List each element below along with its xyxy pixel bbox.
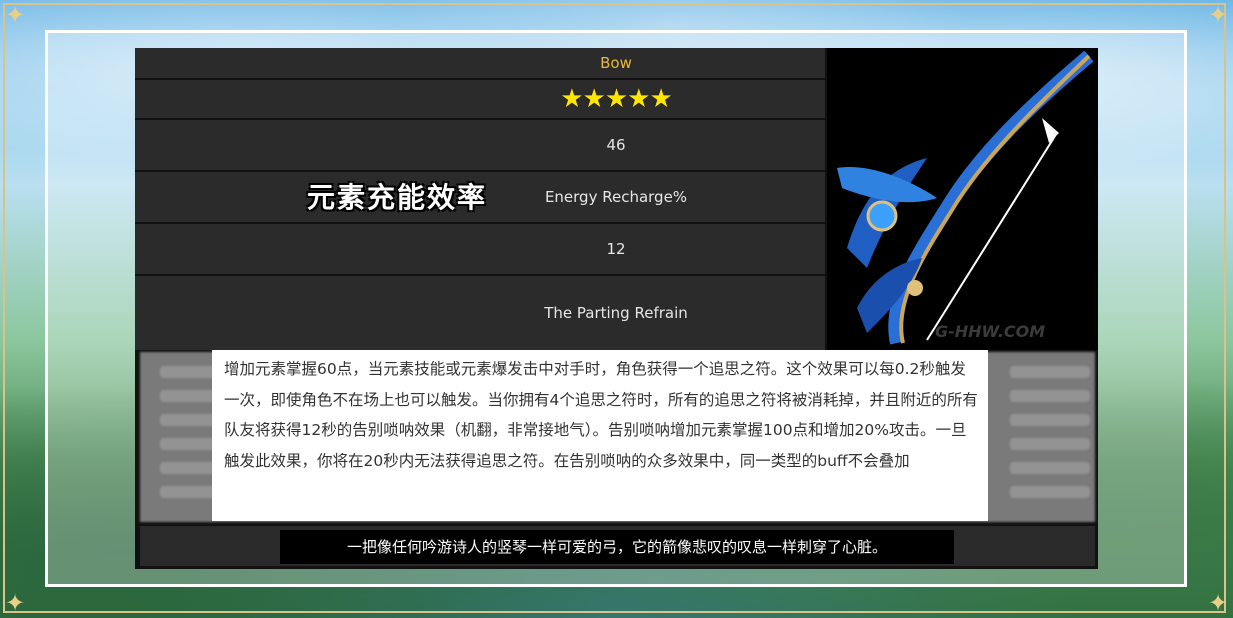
rarity-stars-icon: ★★★★★ bbox=[560, 84, 673, 114]
base-atk-value: 46 bbox=[606, 136, 626, 154]
bow-icon bbox=[837, 50, 1094, 345]
substat-value-row: 12 bbox=[135, 224, 825, 276]
rarity-row: ★★★★★ bbox=[135, 80, 825, 120]
substat-row: 元素充能效率 Energy Recharge% bbox=[135, 172, 825, 224]
passive-description-cn: 增加元素掌握60点，当元素技能或元素爆发击中对手时，角色获得一个追思之符。这个效… bbox=[212, 350, 988, 521]
weapon-type: Bow bbox=[600, 54, 632, 72]
passive-row: The Parting Refrain bbox=[135, 276, 825, 352]
passive-name: The Parting Refrain bbox=[544, 304, 688, 322]
corner-star-icon: ✦ bbox=[4, 589, 26, 617]
substat-name: Energy Recharge% bbox=[544, 188, 688, 206]
base-atk-row: 46 bbox=[135, 120, 825, 172]
corner-star-icon: ✦ bbox=[4, 1, 26, 29]
weapon-info-panel: Bow ★★★★★ 46 元素充能效率 Energy Recharge% 12 … bbox=[135, 48, 1098, 569]
corner-star-icon: ✦ bbox=[1207, 589, 1229, 617]
weapon-stats-table: Bow ★★★★★ 46 元素充能效率 Energy Recharge% 12 … bbox=[135, 48, 825, 352]
corner-star-icon: ✦ bbox=[1207, 1, 1229, 29]
weapon-type-row: Bow bbox=[135, 48, 825, 80]
subtitle-caption: 一把像任何吟游诗人的竖琴一样可爱的弓，它的箭像悲叹的叹息一样刺穿了心脏。 bbox=[280, 530, 954, 564]
watermark: G-HHW.COM bbox=[935, 322, 1046, 341]
substat-value: 12 bbox=[606, 240, 626, 258]
weapon-image: G-HHW.COM bbox=[827, 48, 1098, 350]
